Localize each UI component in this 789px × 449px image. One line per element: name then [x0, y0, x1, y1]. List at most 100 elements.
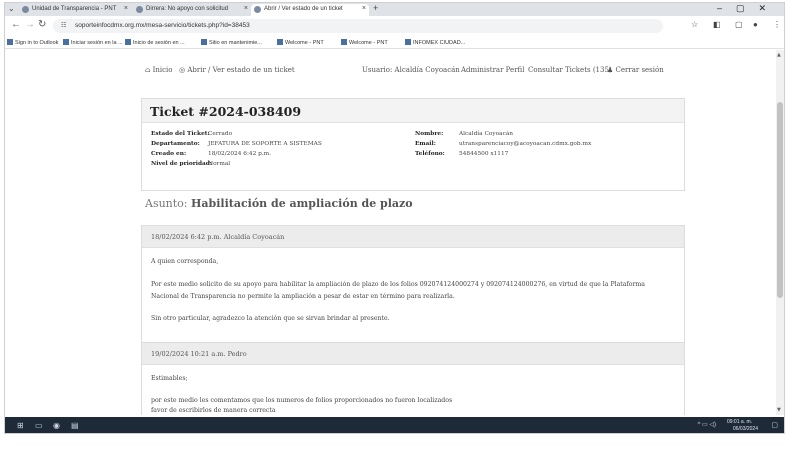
ticket-title: Ticket #2024-038409 — [142, 99, 684, 123]
scroll-up-icon[interactable]: ▲ — [777, 52, 781, 58]
window-controls[interactable]: –▢✕ — [717, 3, 780, 14]
ticket-name-value: Alcaldía Coyoacán — [459, 131, 514, 137]
field-label: Teléfono: — [415, 151, 445, 157]
ticket-name-row: Nombre: Alcaldía Coyoacán — [415, 131, 675, 139]
tab-list-icon[interactable]: ⌄ — [8, 4, 15, 13]
ticket-status-row: Estado del Ticket: Cerrado — [151, 131, 391, 139]
clock-time[interactable]: 09:01 a. m. — [727, 419, 752, 425]
taskbar: ⊞ ▭ ◉ ▤ ^ ▭ ◁) 09:01 a. m. 06/03/2024 ▢ — [5, 417, 784, 433]
bookmark-icon — [277, 39, 283, 45]
message-line: Sin otro particular, agradezco la atenci… — [151, 315, 390, 322]
field-label: Estado del Ticket: — [151, 131, 210, 137]
ticket-email-value: utransparenciacoy@acoyoacan.cdmx.gob.mx — [459, 141, 592, 147]
bookmark-item[interactable]: Welcome - PNT — [277, 39, 324, 46]
bookmark-icon — [341, 39, 347, 45]
browser-tab[interactable]: Unidad de Transparencia - PNT × — [19, 4, 131, 16]
sidebar-icon[interactable]: ▢ — [735, 20, 743, 29]
message-header: 18/02/2024 6:42 p.m. Alcaldía Coyoacán — [142, 226, 684, 248]
ticket-phone-value: 54844500 x1117 — [459, 151, 509, 157]
message-line: A quien corresponda, — [151, 258, 219, 265]
chrome-taskbar-icon[interactable]: ◉ — [53, 421, 60, 430]
browser-tab[interactable]: Dirrera: No apoyo con solicitud × — [133, 4, 251, 16]
address-bar[interactable]: ☷ soporteinfocdmx.org.mx/mesa-servicio/t… — [53, 19, 663, 33]
task-view-icon[interactable]: ▭ — [35, 421, 43, 430]
message-line: Por este medio solicito de su apoyo para… — [151, 281, 645, 288]
message-line: Nacional de Transparencia no permite la … — [151, 293, 455, 300]
page-content: ⌂ Inicio ◎ Abrir / Ver estado de un tick… — [5, 50, 784, 415]
bookmark-icon — [201, 39, 207, 45]
field-label: Departamento: — [151, 141, 200, 147]
page-scrollbar[interactable]: ▲ ▼ — [776, 50, 784, 415]
message-line: favor de escribirlos de manera correcta — [151, 407, 276, 414]
tab-title: Unidad de Transparencia - PNT — [32, 6, 117, 12]
browser-tab-active[interactable]: Abrir / Ver estado de un ticket × — [251, 4, 369, 16]
notification-icon[interactable]: ▢ — [771, 421, 778, 429]
bookmark-item[interactable]: Sign in to Outlook — [7, 39, 58, 46]
bookmark-item[interactable]: Welcome - PNT — [341, 39, 388, 46]
windows-start-icon[interactable]: ⊞ — [17, 421, 24, 430]
tab-favicon-icon — [22, 6, 29, 13]
thread-message: 19/02/2024 10:21 a.m. Pedro Estimables; … — [141, 342, 685, 415]
thread-message: 18/02/2024 6:42 p.m. Alcaldía Coyoacán A… — [141, 225, 685, 347]
profile-icon[interactable]: ● — [753, 20, 758, 29]
subject-text: Habilitación de ampliación de plazo — [191, 197, 413, 210]
bookmark-star-icon[interactable]: ☆ — [691, 20, 698, 29]
browser-toolbar: ← → ↻ ☷ soporteinfocdmx.org.mx/mesa-serv… — [5, 16, 784, 36]
ticket-phone-row: Teléfono: 54844500 x1117 — [415, 151, 675, 159]
bookmark-icon — [63, 39, 69, 45]
bookmark-icon — [405, 39, 411, 45]
ticket-priority-row: Nivel de prioridad: Normal — [151, 161, 391, 169]
scroll-thumb[interactable] — [777, 102, 783, 298]
field-label: Nombre: — [415, 131, 444, 137]
tab-favicon-icon — [254, 6, 261, 13]
ticket-email-row: Email: utransparenciacoy@acoyoacan.cdmx.… — [415, 141, 675, 149]
nav-logout-link[interactable]: ♟ Cerrar sesión — [607, 66, 664, 74]
nav-consult-tickets-link[interactable]: Consultar Tickets (135) — [528, 66, 612, 74]
url-text: soporteinfocdmx.org.mx/mesa-servicio/tic… — [75, 22, 250, 29]
nav-admin-profile-link[interactable]: Administrar Perfil — [461, 66, 524, 74]
menu-icon[interactable]: ⋮ — [773, 20, 781, 29]
close-icon[interactable]: × — [362, 5, 366, 12]
bookmark-icon — [7, 39, 13, 45]
ticket-info-panel: Ticket #2024-038409 Estado del Ticket: C… — [141, 98, 685, 191]
field-label: Creado en: — [151, 151, 187, 157]
site-info-icon[interactable]: ☷ — [61, 22, 66, 29]
nav-home-link[interactable]: ⌂ Inicio — [145, 66, 172, 74]
new-tab-icon[interactable]: + — [373, 3, 378, 13]
home-icon: ⌂ — [145, 66, 153, 74]
ticket-status-value: Cerrado — [208, 131, 233, 137]
bookmark-item[interactable]: Inicio de sesión en ... — [125, 39, 185, 46]
clock-date[interactable]: 06/03/2024 — [733, 426, 758, 432]
screenshot-frame: ⌄ Unidad de Transparencia - PNT × Dirrer… — [4, 2, 785, 434]
ticket-created-value: 18/02/2024 6:42 p.m. — [208, 151, 272, 157]
bookmark-icon — [125, 39, 131, 45]
file-explorer-icon[interactable]: ▤ — [71, 421, 79, 430]
ticket-subject: Asunto: Habilitación de ampliación de pl… — [145, 197, 413, 210]
bookmark-item[interactable]: Sitio en mantenimie... — [201, 39, 262, 46]
system-tray-icons[interactable]: ^ ▭ ◁) — [698, 421, 716, 428]
back-icon[interactable]: ← — [11, 19, 21, 30]
reload-icon[interactable]: ↻ — [38, 19, 46, 30]
bookmarks-bar: Sign in to Outlook Iniciar sesión en la … — [5, 36, 784, 49]
close-icon[interactable]: × — [244, 5, 248, 12]
extensions-icon[interactable]: ◧ — [713, 20, 721, 29]
scroll-down-icon[interactable]: ▼ — [777, 407, 781, 413]
subject-label: Asunto: — [145, 197, 188, 210]
tab-favicon-icon — [136, 6, 143, 13]
bookmark-item[interactable]: INFOMEX CIUDAD... — [405, 39, 465, 46]
field-label: Email: — [415, 141, 436, 147]
message-line: Estimables; — [151, 375, 188, 382]
bookmark-item[interactable]: Iniciar sesión en la ... — [63, 39, 123, 46]
field-label: Nivel de prioridad: — [151, 161, 212, 167]
nav-user-label: Usuario: Alcaldía Coyoacán — [362, 66, 460, 74]
tab-title: Dirrera: No apoyo con solicitud — [146, 6, 229, 12]
ticket-department-value: JEFATURA DE SOPORTE A SISTEMAS — [208, 141, 322, 147]
nav-ticket-link[interactable]: ◎ Abrir / Ver estado de un ticket — [179, 66, 295, 74]
logout-icon: ♟ — [607, 66, 616, 74]
message-header: 19/02/2024 10:21 a.m. Pedro — [142, 343, 684, 365]
ticket-created-row: Creado en: 18/02/2024 6:42 p.m. — [151, 151, 391, 159]
close-icon[interactable]: × — [124, 5, 128, 12]
ticket-department-row: Departamento: JEFATURA DE SOPORTE A SIST… — [151, 141, 391, 149]
tab-title: Abrir / Ver estado de un ticket — [264, 6, 343, 12]
forward-icon[interactable]: → — [25, 19, 35, 30]
